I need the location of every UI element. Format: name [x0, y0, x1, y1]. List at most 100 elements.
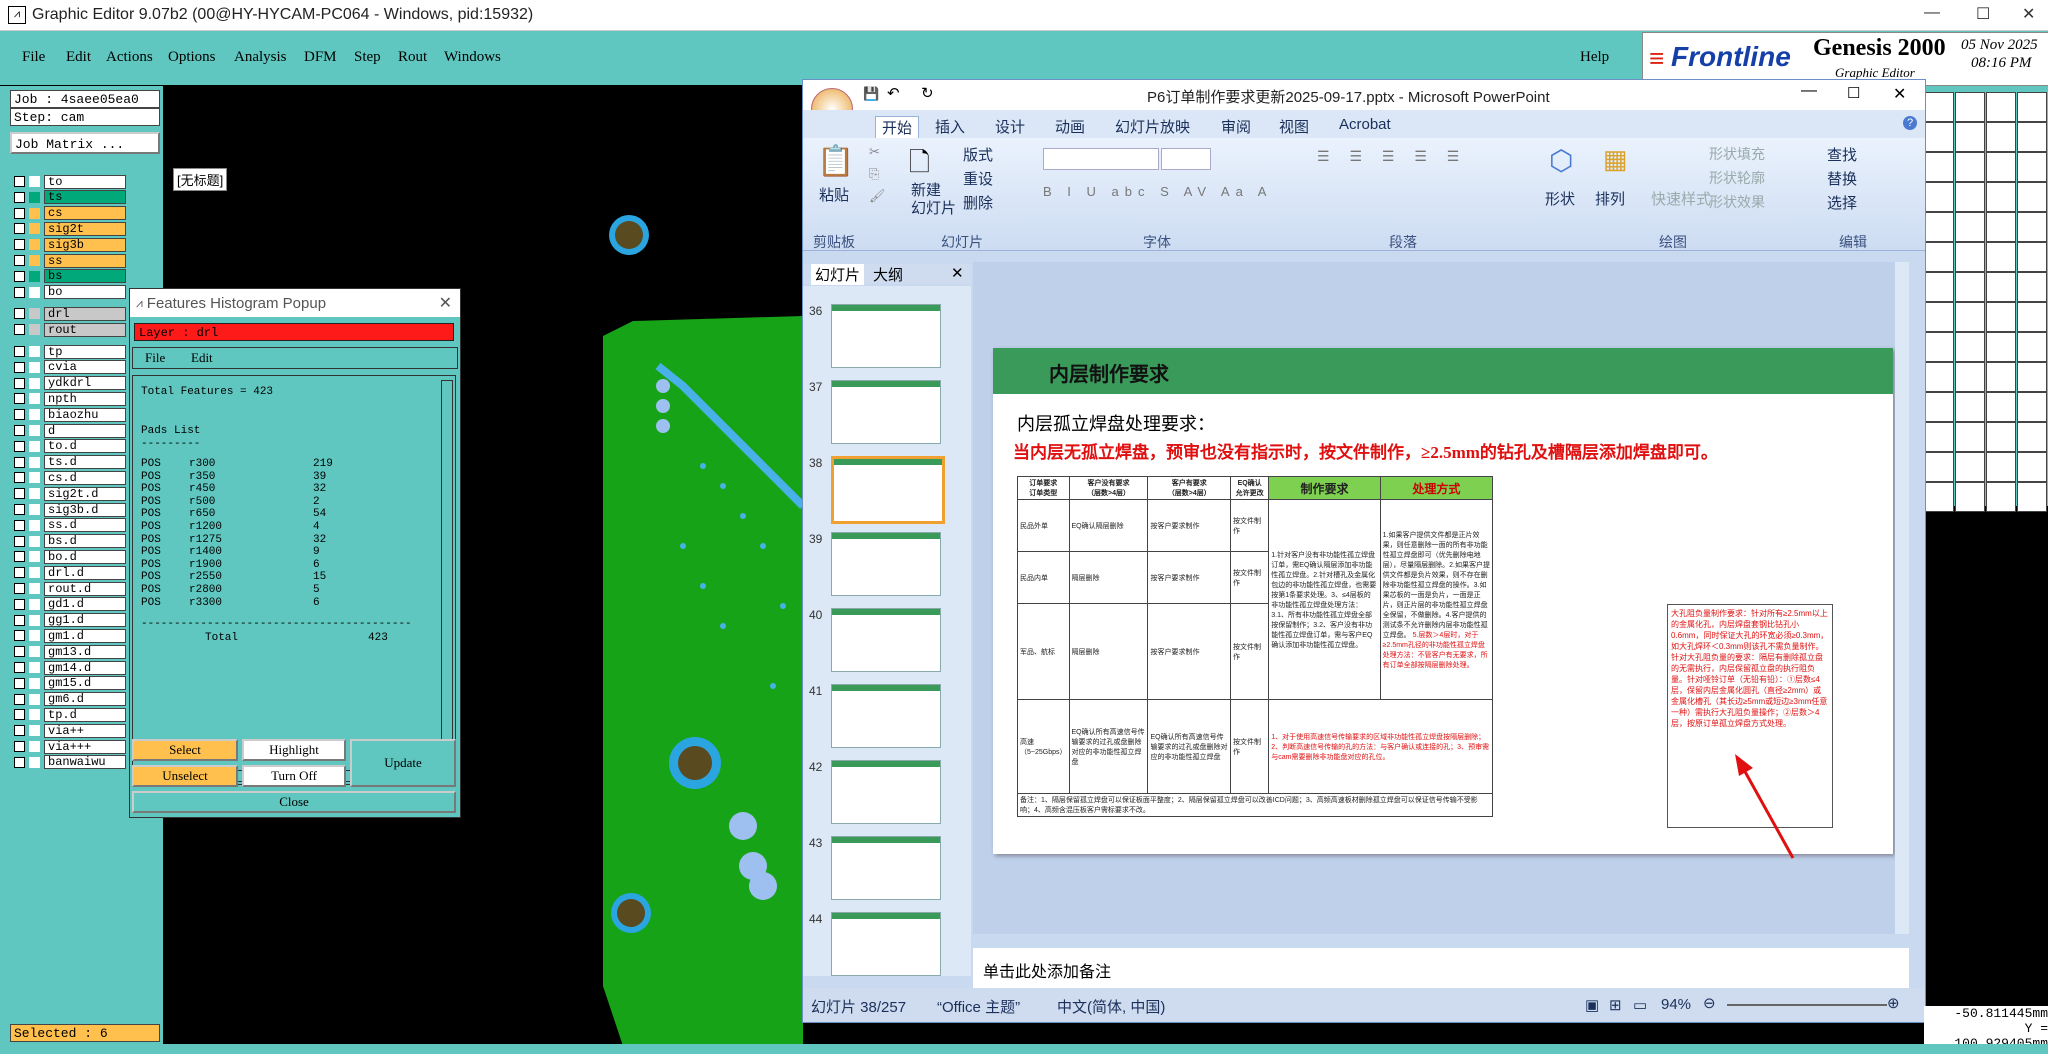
- layer-checkbox[interactable]: [14, 535, 25, 547]
- copy-icon[interactable]: ⎘: [869, 166, 879, 182]
- layer-checkbox[interactable]: [14, 308, 25, 320]
- layout-button[interactable]: 版式: [963, 144, 993, 165]
- tool-button[interactable]: [1924, 212, 1954, 242]
- shape-effect-button[interactable]: 形状效果: [1709, 192, 1765, 212]
- shape-outline-button[interactable]: 形状轮廓: [1709, 168, 1765, 188]
- close-pane-icon[interactable]: ✕: [951, 264, 964, 282]
- layer-row-ts.d[interactable]: ts.d: [14, 455, 126, 470]
- layer-checkbox[interactable]: [14, 551, 25, 563]
- arrange-button[interactable]: 排列: [1595, 188, 1625, 209]
- layer-name[interactable]: to.d: [44, 439, 126, 454]
- layer-checkbox[interactable]: [14, 239, 25, 251]
- layer-row-to.d[interactable]: to.d: [14, 439, 126, 454]
- layer-row-cvia[interactable]: cvia: [14, 360, 126, 375]
- layer-name[interactable]: sig3b: [44, 237, 126, 252]
- menu-options[interactable]: Options: [168, 49, 216, 66]
- layer-row-npth[interactable]: npth: [14, 391, 126, 406]
- tab-animation[interactable]: 动画: [1055, 116, 1085, 137]
- layer-name[interactable]: gm6.d: [44, 692, 126, 707]
- layer-checkbox[interactable]: [14, 191, 25, 203]
- redo-icon[interactable]: ↻: [921, 84, 934, 102]
- menu-step[interactable]: Step: [354, 49, 381, 66]
- font-size-box[interactable]: [1161, 148, 1211, 170]
- menu-file[interactable]: File: [22, 49, 45, 66]
- unselect-button[interactable]: Unselect: [132, 765, 238, 787]
- tool-button[interactable]: [1924, 122, 1954, 152]
- layer-row-rout.d[interactable]: rout.d: [14, 581, 126, 596]
- tool-button[interactable]: [1955, 302, 1985, 332]
- font-name-box[interactable]: [1043, 148, 1159, 170]
- tool-button[interactable]: [1924, 452, 1954, 482]
- tool-button[interactable]: [1955, 242, 1985, 272]
- tool-button[interactable]: [2017, 362, 2047, 392]
- layer-row-gm13.d[interactable]: gm13.d: [14, 644, 126, 659]
- tool-button[interactable]: [2017, 152, 2047, 182]
- close-button[interactable]: Close: [132, 791, 456, 813]
- layer-name[interactable]: gm14.d: [44, 660, 126, 675]
- tool-button[interactable]: [1955, 182, 1985, 212]
- layer-name[interactable]: bo: [44, 285, 126, 300]
- layer-checkbox[interactable]: [14, 614, 25, 626]
- tool-button[interactable]: [1955, 152, 1985, 182]
- normal-view-icon[interactable]: ▣: [1585, 996, 1599, 1014]
- update-button[interactable]: Update: [350, 739, 456, 787]
- menu-analysis[interactable]: Analysis: [234, 49, 287, 66]
- replace-button[interactable]: 替换: [1827, 168, 1857, 189]
- slide-thumbnail[interactable]: [831, 456, 945, 524]
- minimize-icon[interactable]: —: [1924, 4, 1940, 22]
- close-icon[interactable]: ✕: [2022, 4, 2035, 24]
- tool-button[interactable]: [2017, 242, 2047, 272]
- tool-button[interactable]: [1924, 182, 1954, 212]
- tool-button[interactable]: [2017, 422, 2047, 452]
- tool-button[interactable]: [1955, 422, 1985, 452]
- tool-button[interactable]: [1986, 302, 2016, 332]
- tool-button[interactable]: [1986, 362, 2016, 392]
- tool-button[interactable]: [2017, 182, 2047, 212]
- layer-row-sig3b.d[interactable]: sig3b.d: [14, 502, 126, 517]
- layer-name[interactable]: bo.d: [44, 549, 126, 564]
- layer-checkbox[interactable]: [14, 270, 25, 282]
- layer-checkbox[interactable]: [14, 425, 25, 436]
- slide-thumbnail[interactable]: [831, 836, 941, 900]
- layer-name[interactable]: bs: [44, 269, 126, 284]
- layer-checkbox[interactable]: [14, 598, 25, 610]
- tab-insert[interactable]: 插入: [935, 116, 965, 137]
- layer-name[interactable]: banwaiwu: [44, 755, 126, 770]
- menu-edit[interactable]: Edit: [191, 350, 213, 366]
- layer-row-to[interactable]: to: [14, 174, 126, 189]
- highlight-button[interactable]: Highlight: [242, 739, 346, 761]
- layer-row-ss[interactable]: ss: [14, 253, 126, 268]
- tool-button[interactable]: [1924, 242, 1954, 272]
- layer-name[interactable]: d: [44, 423, 126, 438]
- tool-button[interactable]: [1986, 212, 2016, 242]
- menu-edit[interactable]: Edit: [66, 49, 91, 66]
- tool-button[interactable]: [1955, 362, 1985, 392]
- tool-button[interactable]: [2017, 302, 2047, 332]
- layer-name[interactable]: via+++: [44, 739, 126, 754]
- tool-button[interactable]: [1924, 422, 1954, 452]
- layer-checkbox[interactable]: [14, 741, 25, 752]
- layer-checkbox[interactable]: [14, 176, 25, 187]
- tool-button[interactable]: [1986, 272, 2016, 302]
- layer-checkbox[interactable]: [14, 472, 25, 484]
- layer-checkbox[interactable]: [14, 207, 25, 219]
- layer-name[interactable]: to: [44, 174, 126, 189]
- layer-name[interactable]: gm1.d: [44, 628, 126, 643]
- tool-button[interactable]: [1955, 482, 1985, 512]
- layer-checkbox[interactable]: [14, 756, 25, 768]
- tab-slideshow[interactable]: 幻灯片放映: [1115, 116, 1190, 137]
- undo-icon[interactable]: ↶: [887, 84, 900, 102]
- tool-button[interactable]: [1955, 392, 1985, 422]
- zoom-slider[interactable]: [1727, 1004, 1887, 1006]
- tool-button[interactable]: [1924, 302, 1954, 332]
- tool-button[interactable]: [1924, 272, 1954, 302]
- layer-checkbox[interactable]: [14, 377, 25, 389]
- layer-row-gd1.d[interactable]: gd1.d: [14, 597, 126, 612]
- layer-name[interactable]: rout: [44, 322, 126, 337]
- layer-checkbox[interactable]: [14, 393, 25, 405]
- layer-name[interactable]: ydkdrl: [44, 376, 126, 391]
- layer-name[interactable]: gm13.d: [44, 644, 126, 659]
- tool-button[interactable]: [1924, 152, 1954, 182]
- tool-button[interactable]: [1955, 272, 1985, 302]
- tool-button[interactable]: [1986, 152, 2016, 182]
